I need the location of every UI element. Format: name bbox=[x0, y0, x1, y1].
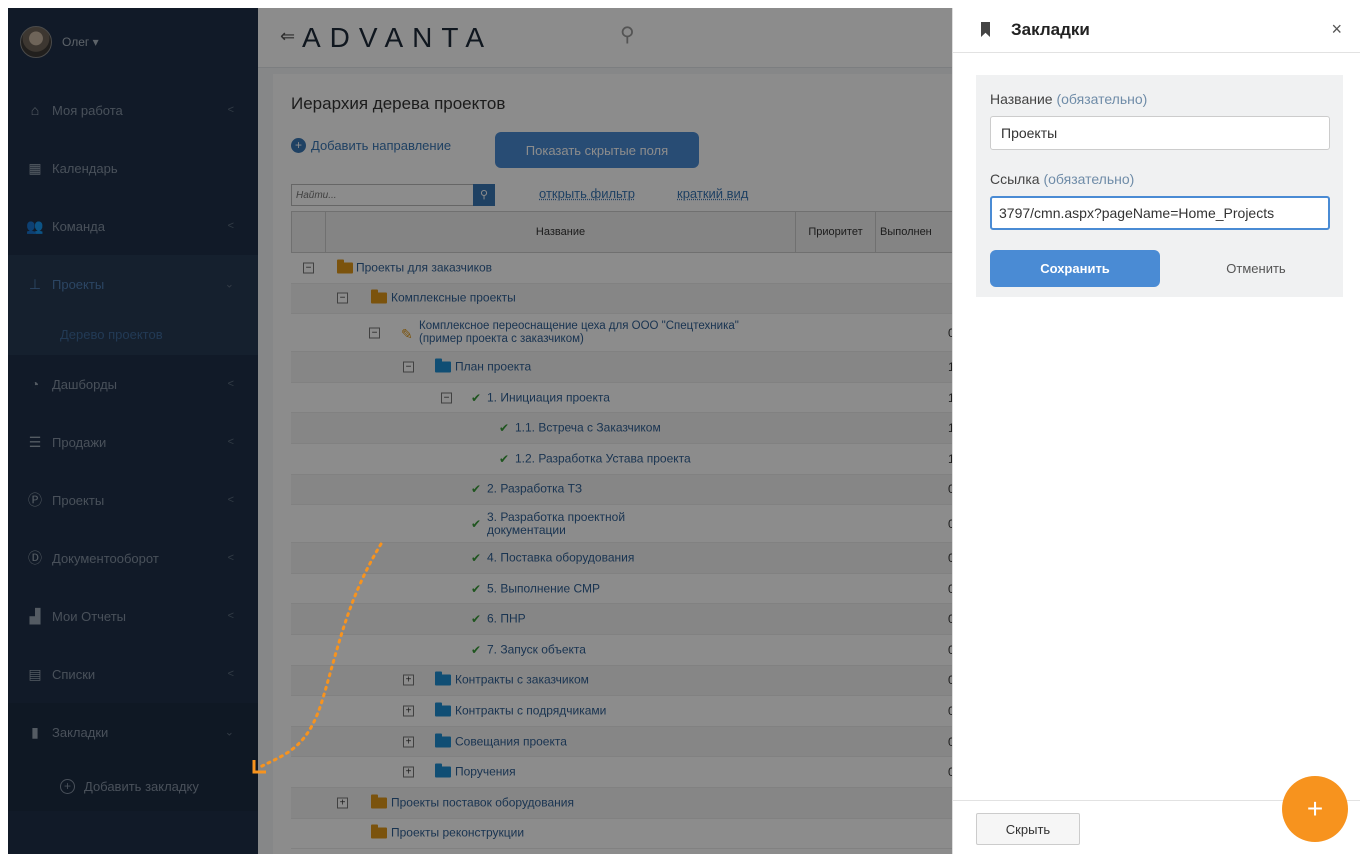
bookmark-link-input[interactable] bbox=[990, 196, 1330, 230]
hide-button[interactable]: Скрыть bbox=[976, 813, 1080, 845]
bookmarks-panel: Закладки × Название (обязательно) Ссылка… bbox=[952, 8, 1360, 854]
link-label-text: Ссылка bbox=[990, 171, 1040, 187]
bookmark-icon bbox=[981, 22, 990, 37]
panel-header: Закладки × bbox=[953, 8, 1360, 53]
cancel-button[interactable]: Отменить bbox=[1186, 250, 1326, 287]
name-label-text: Название bbox=[990, 91, 1053, 107]
panel-title: Закладки bbox=[1011, 20, 1090, 39]
close-icon[interactable]: × bbox=[1331, 19, 1342, 40]
modal-overlay[interactable] bbox=[8, 8, 952, 854]
name-required-note: (обязательно) bbox=[1056, 91, 1148, 107]
link-label: Ссылка (обязательно) bbox=[990, 171, 1134, 187]
name-label: Название (обязательно) bbox=[990, 91, 1147, 107]
bookmark-form: Название (обязательно) Ссылка (обязатель… bbox=[976, 75, 1343, 297]
bookmark-name-input[interactable] bbox=[990, 116, 1330, 150]
add-fab-button[interactable]: + bbox=[1282, 776, 1348, 842]
link-required-note: (обязательно) bbox=[1043, 171, 1135, 187]
save-button[interactable]: Сохранить bbox=[990, 250, 1160, 287]
app-window: Олег ▾ ⌂ Моя работа < ▦ Календарь 👥 Кома… bbox=[8, 8, 1360, 854]
